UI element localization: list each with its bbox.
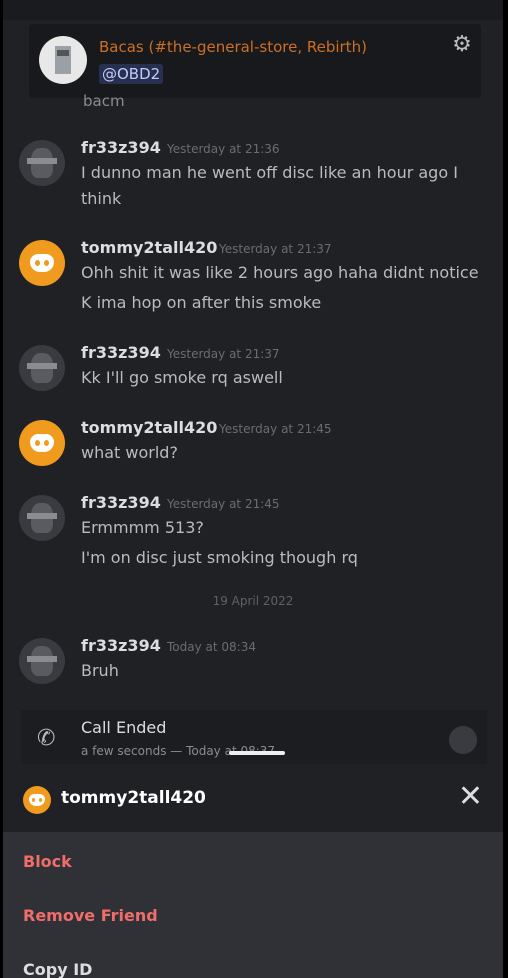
username[interactable]: tommy2tall420 [81,238,217,257]
message-text: K ima hop on after this smoke [81,293,322,312]
avatar[interactable] [19,240,65,286]
home-indicator[interactable] [229,751,285,755]
timestamp: Yesterday at 21:36 [167,142,280,156]
cutoff-text: bacm [83,92,125,110]
avatar[interactable] [19,140,65,186]
timestamp: Yesterday at 21:37 [167,347,280,361]
call-participant-avatar [449,726,477,754]
user-action-sheet: tommy2tall420 ✕ Block Remove Friend Copy… [3,766,503,978]
discord-icon [30,254,54,272]
message-text: Bruh [81,661,119,680]
phone-icon: ✆ [37,726,56,751]
header-avatar [39,36,87,84]
username[interactable]: tommy2tall420 [81,418,217,437]
username[interactable]: fr33z394 [81,343,161,362]
avatar[interactable] [19,638,65,684]
call-ended-card[interactable]: ✆ Call Ended a few seconds — Today at 08… [21,710,487,764]
avatar[interactable] [19,345,65,391]
avatar[interactable] [19,420,65,466]
discord-icon [30,434,54,452]
avatar[interactable] [19,495,65,541]
header-name: Bacas (#the-general-store, Rebirth) [99,38,367,56]
reply-header[interactable]: Bacas (#the-general-store, Rebirth) @OBD… [29,24,481,98]
status-bar [3,0,503,20]
timestamp: Yesterday at 21:45 [167,497,280,511]
message-text: Ohh shit it was like 2 hours ago haha di… [81,263,479,282]
timestamp: Today at 08:34 [167,640,256,654]
message-text: Ermmmm 513? [81,518,204,537]
discord-icon [29,794,45,806]
date-separator: 19 April 2022 [212,594,294,608]
message-text: I dunno man he went off disc like an hou… [81,163,458,208]
header-mention[interactable]: @OBD2 [99,64,164,84]
message-text: I'm on disc just smoking though rq [81,548,358,567]
sheet-avatar [23,786,51,814]
message-text: what world? [81,443,178,462]
chat-screen: Bacas (#the-general-store, Rebirth) @OBD… [3,0,503,978]
sheet-username: tommy2tall420 [61,788,206,808]
close-icon[interactable]: ✕ [458,780,483,814]
timestamp: Yesterday at 21:45 [219,422,332,436]
username[interactable]: fr33z394 [81,138,161,157]
sheet-header: tommy2tall420 ✕ [3,766,503,832]
message-text: Kk I'll go smoke rq aswell [81,368,283,387]
gear-icon[interactable]: ⚙ [451,34,473,56]
remove-friend-button[interactable]: Remove Friend [23,906,158,925]
username[interactable]: fr33z394 [81,636,161,655]
copy-id-button[interactable]: Copy ID [23,960,92,978]
block-button[interactable]: Block [23,852,72,871]
timestamp: Yesterday at 21:37 [219,242,332,256]
username[interactable]: fr33z394 [81,493,161,512]
call-title: Call Ended [81,718,167,737]
